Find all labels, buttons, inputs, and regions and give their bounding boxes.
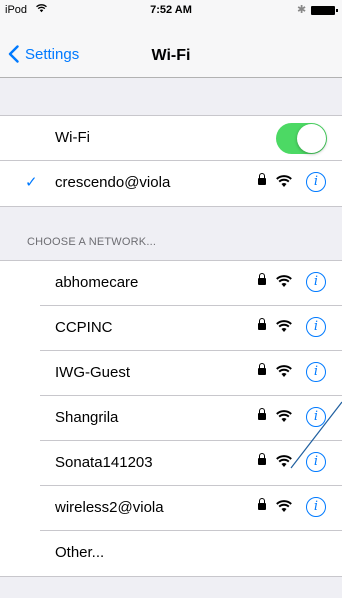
annotation-line bbox=[290, 401, 342, 469]
